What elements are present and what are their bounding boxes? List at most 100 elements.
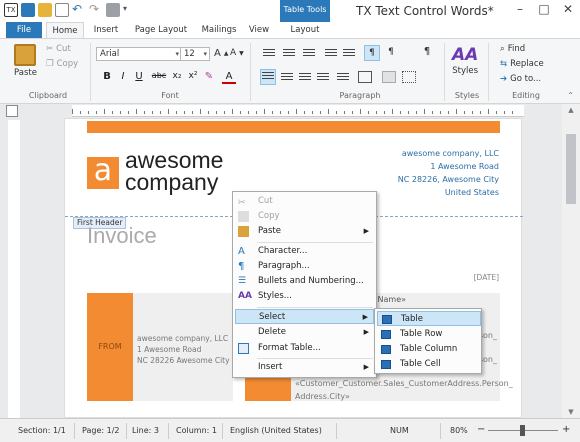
- horizontal-ruler[interactable]: [72, 105, 524, 117]
- menu-item-styles[interactable]: AA Styles...: [235, 289, 374, 304]
- borders-icon[interactable]: [402, 71, 416, 83]
- close-button[interactable]: ✕: [556, 0, 580, 20]
- menu-item-bullets-numbering[interactable]: ☰ Bullets and Numbering...: [235, 274, 374, 289]
- tab-mailings[interactable]: Mailings: [196, 22, 242, 39]
- styles-button[interactable]: AA Styles: [452, 45, 478, 76]
- underline-button[interactable]: U: [132, 71, 146, 82]
- submenu-arrow-icon: ▶: [363, 227, 369, 235]
- arrow-right-icon: ➔: [500, 74, 508, 84]
- minimize-button[interactable]: –: [508, 0, 532, 20]
- submenu-item-table-column[interactable]: Table Column: [377, 342, 481, 357]
- menu-item-insert[interactable]: Insert ▶: [235, 360, 374, 375]
- goto-button[interactable]: ➔ Go to...: [500, 74, 541, 84]
- italic-button[interactable]: I: [116, 71, 130, 82]
- save-icon[interactable]: [21, 3, 35, 17]
- cut-button[interactable]: ✂ Cut: [46, 44, 71, 54]
- frame-icon[interactable]: [358, 71, 372, 83]
- chevron-down-icon: ▾: [203, 50, 207, 58]
- tab-file[interactable]: File: [6, 22, 42, 39]
- tab-page-layout[interactable]: Page Layout: [128, 22, 194, 39]
- new-document-icon[interactable]: [55, 3, 69, 17]
- font-color-button[interactable]: A: [222, 71, 236, 84]
- subscript-button[interactable]: x₂: [170, 71, 184, 81]
- highlighter-icon[interactable]: ✎: [202, 71, 216, 82]
- zoom-level[interactable]: 80%: [450, 426, 468, 435]
- open-icon[interactable]: [38, 3, 52, 17]
- ruler-tick: [464, 111, 465, 114]
- menu-item-character[interactable]: A Character...: [235, 244, 374, 259]
- status-divider: [74, 423, 75, 439]
- tab-view[interactable]: View: [244, 22, 274, 39]
- styles-group-label: Styles: [454, 91, 480, 100]
- scroll-down-icon[interactable]: ▼: [562, 408, 580, 416]
- ruler-tick: [376, 111, 377, 114]
- merge-field-city: «Customer_Customer.Sales_CustomerAddress…: [295, 379, 513, 401]
- zoom-out-button[interactable]: −: [477, 424, 485, 435]
- scroll-up-icon[interactable]: ▲: [562, 106, 580, 114]
- maximize-button[interactable]: □: [532, 0, 556, 20]
- menu-item-cut[interactable]: ✂ Cut: [235, 194, 374, 209]
- ruler-tick: [512, 111, 513, 114]
- status-language[interactable]: English (United States): [230, 426, 322, 435]
- shrink-font-button[interactable]: A ▼: [230, 48, 244, 58]
- strikethrough-button[interactable]: abc: [150, 71, 168, 80]
- print-icon[interactable]: [106, 3, 120, 17]
- zoom-in-button[interactable]: +: [562, 424, 570, 435]
- show-formatting-icon[interactable]: ¶: [420, 45, 434, 57]
- copy-button[interactable]: ❐ Copy: [46, 59, 78, 69]
- redo-icon[interactable]: ↷: [89, 3, 103, 17]
- ribbon-tabs: File Home Insert Page Layout Mailings Vi…: [0, 22, 580, 39]
- group-divider: [90, 43, 91, 101]
- qat-dropdown-icon[interactable]: ▾: [123, 3, 137, 17]
- find-button[interactable]: ⌕ Find: [500, 44, 525, 54]
- bold-button[interactable]: B: [100, 71, 114, 82]
- tab-stop-selector[interactable]: [6, 105, 18, 117]
- menu-item-select[interactable]: Select ▶: [235, 309, 374, 324]
- menu-item-paragraph[interactable]: ¶ Paragraph...: [235, 259, 374, 274]
- scrollbar-thumb[interactable]: [566, 134, 576, 204]
- shading-icon[interactable]: [382, 71, 396, 83]
- grow-font-button[interactable]: A ▲: [214, 48, 228, 59]
- numbering-icon[interactable]: [282, 47, 296, 59]
- list-style-icon[interactable]: [302, 47, 316, 59]
- status-divider: [168, 423, 169, 439]
- increase-indent-icon[interactable]: [342, 47, 356, 59]
- align-right-icon[interactable]: [298, 71, 312, 83]
- menu-item-paste[interactable]: Paste ▶: [235, 224, 374, 239]
- tab-insert[interactable]: Insert: [88, 22, 124, 39]
- superscript-button[interactable]: x²: [186, 71, 200, 81]
- vertical-scrollbar[interactable]: ▲ ▼: [562, 104, 580, 418]
- status-divider: [222, 423, 223, 439]
- collapse-ribbon-icon[interactable]: ⌃: [567, 91, 574, 100]
- font-family-combo[interactable]: Arial ▾: [96, 47, 182, 61]
- ruler-tick: [80, 111, 81, 114]
- replace-button[interactable]: ⇆ Replace: [500, 59, 544, 69]
- align-left-button[interactable]: [260, 69, 276, 85]
- align-center-icon[interactable]: [280, 71, 294, 83]
- decrease-indent-icon[interactable]: [324, 47, 338, 59]
- submenu-item-table-row[interactable]: Table Row: [377, 327, 481, 342]
- tab-layout[interactable]: Layout: [282, 22, 328, 39]
- app-icon[interactable]: TX: [4, 3, 18, 17]
- menu-item-copy[interactable]: Copy: [235, 209, 374, 224]
- submenu-item-table[interactable]: Table: [377, 311, 481, 326]
- undo-icon[interactable]: ↶: [72, 3, 86, 17]
- paste-button[interactable]: Paste: [14, 44, 37, 78]
- window-title: TX Text Control Words*: [356, 4, 494, 18]
- line-spacing-icon[interactable]: [336, 71, 350, 83]
- bullets-icon[interactable]: [262, 47, 276, 59]
- submenu-item-table-cell[interactable]: Table Cell: [377, 357, 481, 372]
- tab-home[interactable]: Home: [46, 22, 84, 39]
- menu-item-format-table[interactable]: Format Table...: [235, 341, 374, 356]
- justify-icon[interactable]: [316, 71, 330, 83]
- zoom-slider-thumb[interactable]: [520, 425, 525, 436]
- menu-item-delete[interactable]: Delete ▶: [235, 325, 374, 340]
- bullets-icon: ☰: [238, 276, 247, 286]
- right-to-left-button[interactable]: ¶: [384, 45, 398, 57]
- ruler-tick: [152, 111, 153, 114]
- left-to-right-button[interactable]: ¶: [364, 45, 380, 61]
- vertical-ruler[interactable]: [8, 120, 20, 418]
- font-size-combo[interactable]: 12 ▾: [180, 47, 210, 61]
- date-placeholder: [DATE]: [473, 273, 499, 282]
- from-label: FROM: [87, 293, 133, 401]
